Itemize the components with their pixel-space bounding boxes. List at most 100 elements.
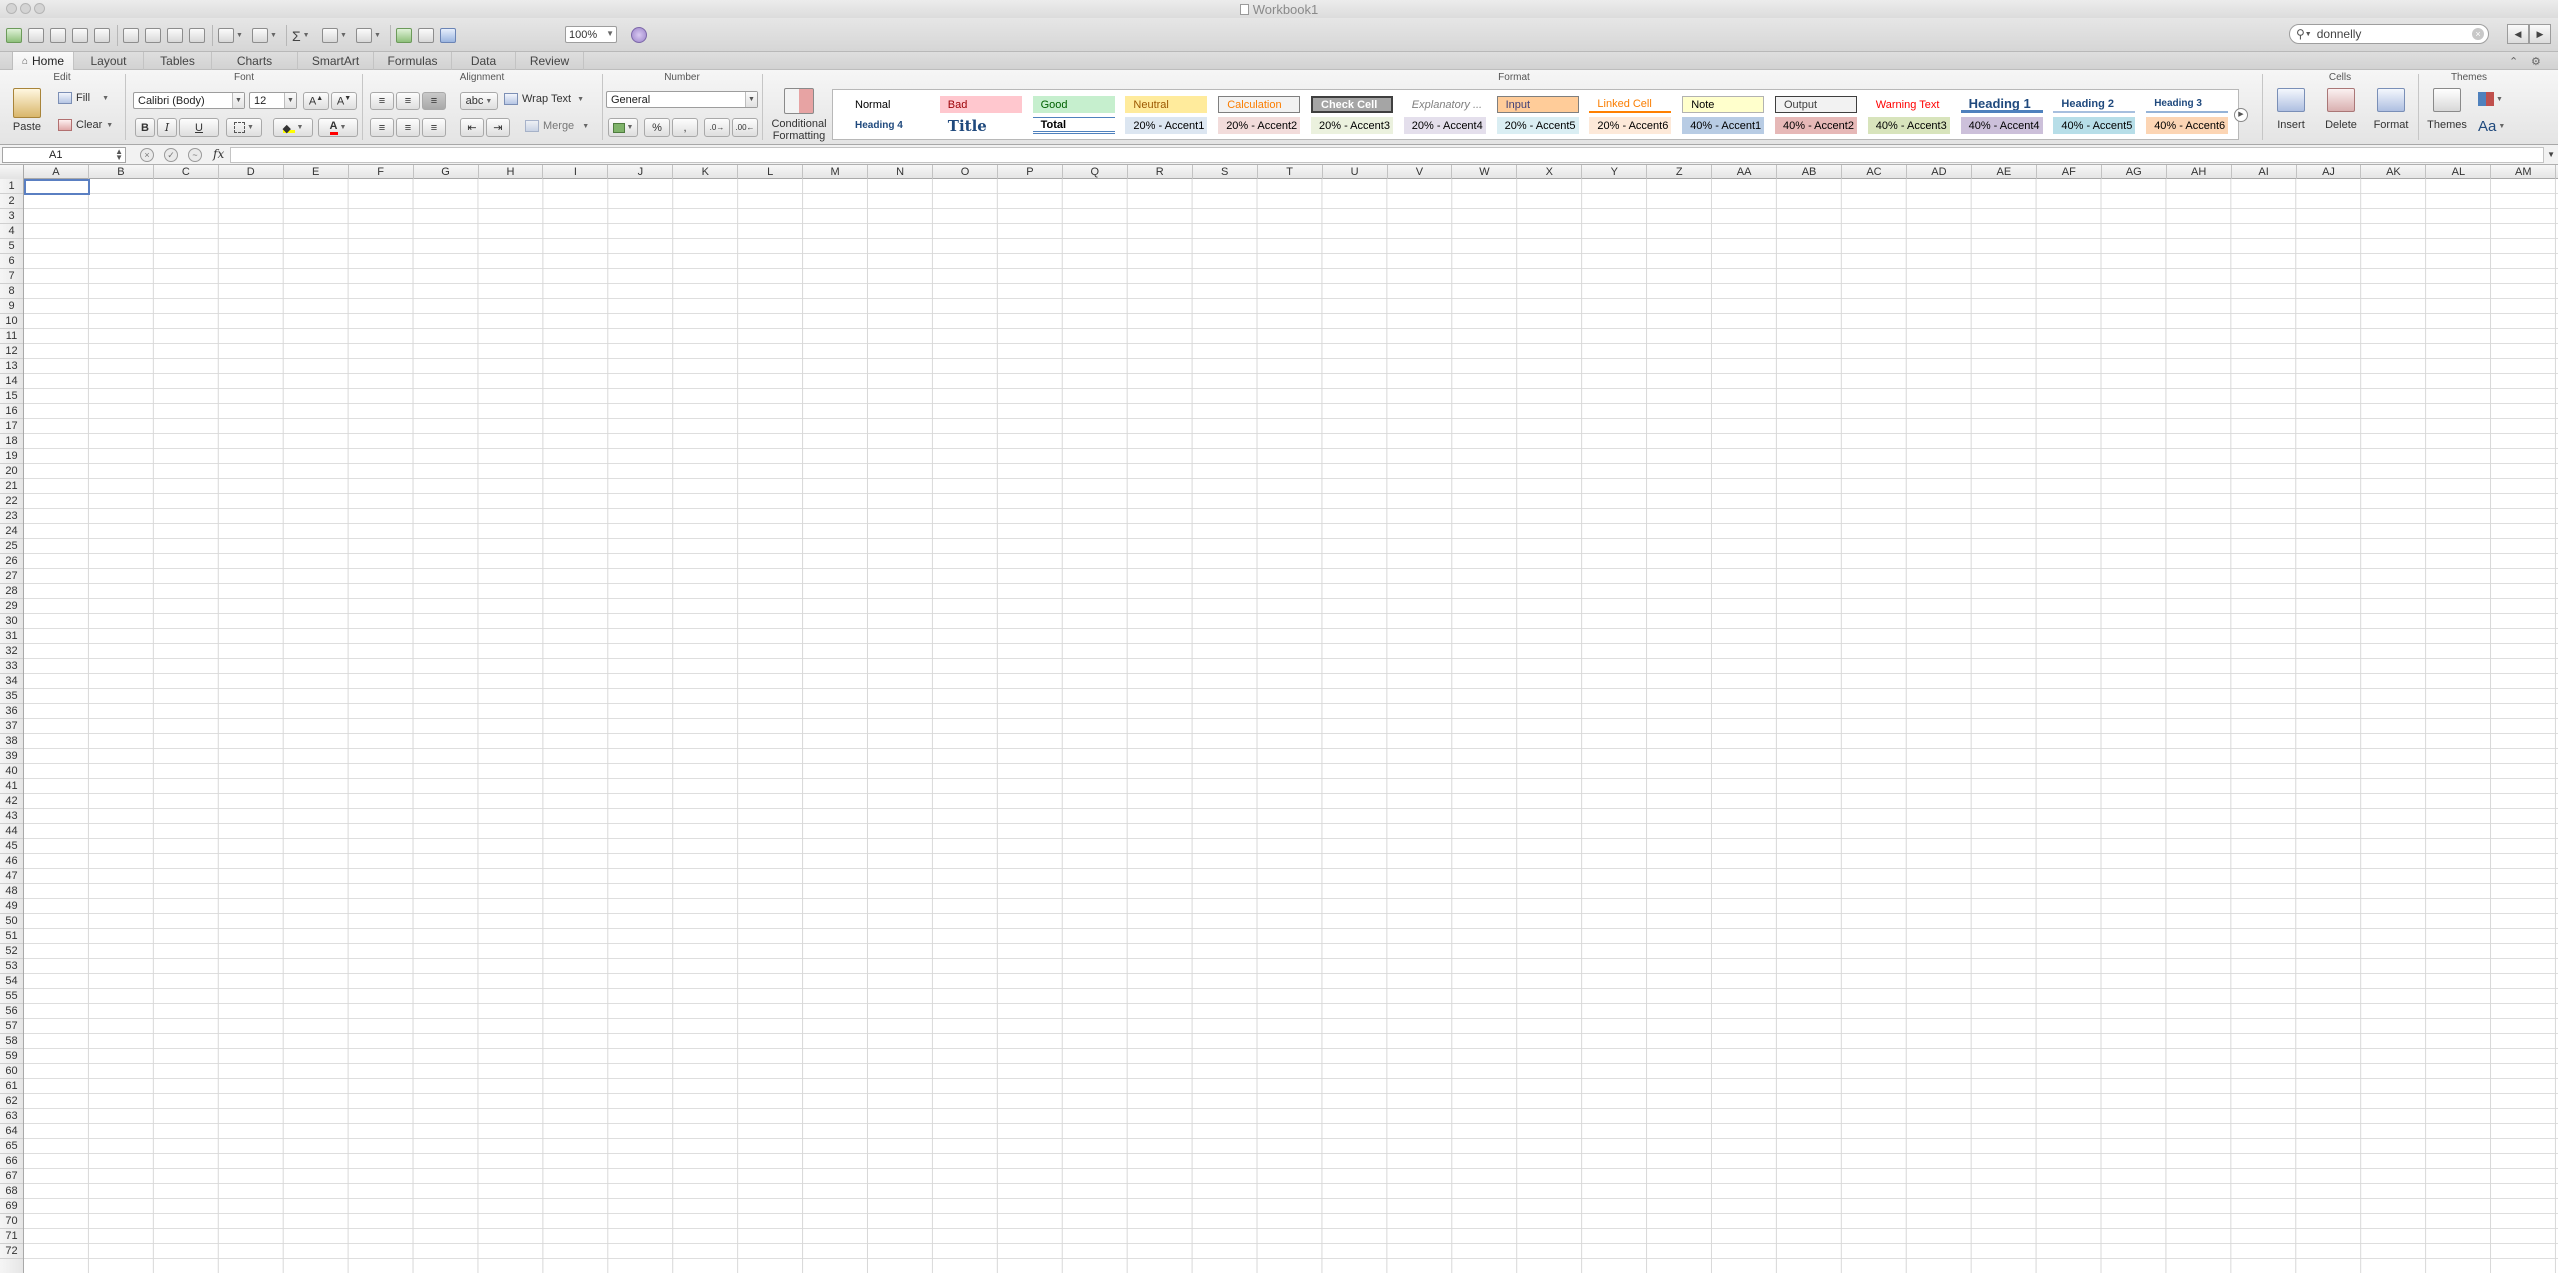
undo-button[interactable]: ▼ bbox=[218, 26, 243, 45]
column-header-am[interactable]: AM bbox=[2491, 165, 2557, 179]
font-family-select[interactable]: Calibri (Body) ▼ bbox=[133, 92, 245, 109]
cell-style-40-accent2[interactable]: 40% - Accent2 bbox=[1775, 117, 1857, 134]
underline-button[interactable]: U bbox=[179, 118, 219, 137]
column-header-ak[interactable]: AK bbox=[2361, 165, 2427, 179]
row-header-44[interactable]: 44 bbox=[0, 824, 23, 839]
column-header-h[interactable]: H bbox=[479, 165, 544, 179]
row-header-57[interactable]: 57 bbox=[0, 1019, 23, 1034]
row-header-72[interactable]: 72 bbox=[0, 1244, 23, 1259]
row-header-1[interactable]: 1 bbox=[0, 179, 23, 194]
tab-tables[interactable]: Tables bbox=[144, 52, 212, 70]
cell-style-40-accent5[interactable]: 40% - Accent5 bbox=[2053, 117, 2136, 134]
row-header-64[interactable]: 64 bbox=[0, 1124, 23, 1139]
row-header-68[interactable]: 68 bbox=[0, 1184, 23, 1199]
column-header-o[interactable]: O bbox=[933, 165, 998, 179]
next-button[interactable]: ▶ bbox=[2529, 24, 2551, 44]
tab-charts[interactable]: Charts bbox=[212, 52, 298, 70]
row-header-50[interactable]: 50 bbox=[0, 914, 23, 929]
column-header-t[interactable]: T bbox=[1258, 165, 1323, 179]
row-header-22[interactable]: 22 bbox=[0, 494, 23, 509]
cell-style-20-accent6[interactable]: 20% - Accent6 bbox=[1589, 117, 1672, 134]
row-header-69[interactable]: 69 bbox=[0, 1199, 23, 1214]
cell-style-40-accent3[interactable]: 40% - Accent3 bbox=[1867, 117, 1950, 134]
row-header-40[interactable]: 40 bbox=[0, 764, 23, 779]
column-header-w[interactable]: W bbox=[1452, 165, 1518, 179]
row-header-65[interactable]: 65 bbox=[0, 1139, 23, 1154]
row-header-11[interactable]: 11 bbox=[0, 329, 23, 344]
row-header-35[interactable]: 35 bbox=[0, 689, 23, 704]
align-top-button[interactable]: ≡ bbox=[370, 92, 394, 110]
column-header-aj[interactable]: AJ bbox=[2297, 165, 2362, 179]
formula-input[interactable] bbox=[230, 147, 2544, 163]
row-header-33[interactable]: 33 bbox=[0, 659, 23, 674]
cell-style-heading-4[interactable]: Heading 4 bbox=[847, 117, 929, 134]
align-bottom-button[interactable]: ≡ bbox=[422, 92, 446, 110]
increase-decimal-button[interactable]: .0→ bbox=[704, 118, 730, 137]
orientation-button[interactable]: abc ▼ bbox=[460, 92, 498, 110]
row-header-38[interactable]: 38 bbox=[0, 734, 23, 749]
cell-style-40-accent6[interactable]: 40% - Accent6 bbox=[2146, 117, 2229, 134]
conditional-formatting-button[interactable]: Conditional Formatting bbox=[768, 88, 830, 142]
cell-style-20-accent3[interactable]: 20% - Accent3 bbox=[1311, 117, 1393, 134]
column-header-c[interactable]: C bbox=[154, 165, 219, 179]
cell-style-normal[interactable]: Normal bbox=[847, 96, 929, 113]
select-all-button[interactable] bbox=[0, 165, 24, 179]
merge-button[interactable]: Merge ▼ bbox=[525, 120, 589, 132]
column-header-ag[interactable]: AG bbox=[2102, 165, 2167, 179]
column-header-n[interactable]: N bbox=[868, 165, 933, 179]
help-button[interactable] bbox=[631, 27, 647, 43]
delete-cells-button[interactable]: Delete bbox=[2320, 88, 2362, 131]
column-header-ab[interactable]: AB bbox=[1777, 165, 1843, 179]
column-header-ae[interactable]: AE bbox=[1972, 165, 2037, 179]
row-header-3[interactable]: 3 bbox=[0, 209, 23, 224]
selected-cell[interactable] bbox=[24, 179, 90, 195]
cell-style-total[interactable]: Total bbox=[1032, 117, 1115, 134]
cell-grid[interactable] bbox=[24, 179, 2558, 1273]
row-header-30[interactable]: 30 bbox=[0, 614, 23, 629]
percent-button[interactable]: % bbox=[644, 118, 670, 137]
decrease-decimal-button[interactable]: .00← bbox=[732, 118, 758, 137]
row-header-41[interactable]: 41 bbox=[0, 779, 23, 794]
gear-icon[interactable]: ⚙ bbox=[2531, 55, 2541, 68]
cell-style-warning-text[interactable]: Warning Text bbox=[1867, 96, 1950, 113]
insert-function-button[interactable]: fx bbox=[213, 147, 224, 161]
row-header-51[interactable]: 51 bbox=[0, 929, 23, 944]
row-header-7[interactable]: 7 bbox=[0, 269, 23, 284]
cell-style-note[interactable]: Note bbox=[1682, 96, 1765, 113]
clear-button[interactable]: Clear ▼ bbox=[58, 119, 113, 131]
cell-style-calculation[interactable]: Calculation bbox=[1218, 96, 1301, 113]
column-header-y[interactable]: Y bbox=[1582, 165, 1648, 179]
cell-style-20-accent4[interactable]: 20% - Accent4 bbox=[1403, 117, 1486, 134]
row-header-17[interactable]: 17 bbox=[0, 419, 23, 434]
column-header-m[interactable]: M bbox=[803, 165, 869, 179]
column-header-g[interactable]: G bbox=[414, 165, 479, 179]
column-header-r[interactable]: R bbox=[1128, 165, 1193, 179]
column-header-u[interactable]: U bbox=[1323, 165, 1388, 179]
row-header-43[interactable]: 43 bbox=[0, 809, 23, 824]
enter-icon[interactable]: ✓ bbox=[164, 148, 178, 162]
clear-search-icon[interactable]: × bbox=[2472, 28, 2484, 40]
paste-button[interactable]: Paste bbox=[6, 88, 48, 133]
cancel-icon[interactable]: × bbox=[140, 148, 154, 162]
column-header-al[interactable]: AL bbox=[2426, 165, 2492, 179]
row-header-23[interactable]: 23 bbox=[0, 509, 23, 524]
save-button[interactable] bbox=[72, 26, 88, 45]
decrease-font-size-button[interactable]: A▼ bbox=[331, 92, 357, 110]
row-header-24[interactable]: 24 bbox=[0, 524, 23, 539]
filter-button[interactable]: ▼ bbox=[356, 26, 381, 45]
copy-button[interactable] bbox=[145, 26, 161, 45]
row-header-32[interactable]: 32 bbox=[0, 644, 23, 659]
autosum-button[interactable]: Σ ▼ bbox=[292, 26, 310, 45]
column-header-e[interactable]: E bbox=[284, 165, 349, 179]
wrap-text-button[interactable]: Wrap Text ▼ bbox=[504, 93, 584, 105]
font-size-select[interactable]: 12 ▼ bbox=[249, 92, 297, 109]
cell-style-heading-2[interactable]: Heading 2 bbox=[2053, 96, 2136, 113]
row-header-15[interactable]: 15 bbox=[0, 389, 23, 404]
tab-data[interactable]: Data bbox=[452, 52, 516, 70]
align-center-button[interactable]: ≡ bbox=[396, 118, 420, 137]
fill-button[interactable]: Fill ▼ bbox=[58, 92, 109, 104]
italic-button[interactable]: I bbox=[157, 118, 177, 137]
column-header-ah[interactable]: AH bbox=[2167, 165, 2232, 179]
column-header-p[interactable]: P bbox=[998, 165, 1063, 179]
cell-style-40-accent4[interactable]: 40% - Accent4 bbox=[1960, 117, 2043, 134]
